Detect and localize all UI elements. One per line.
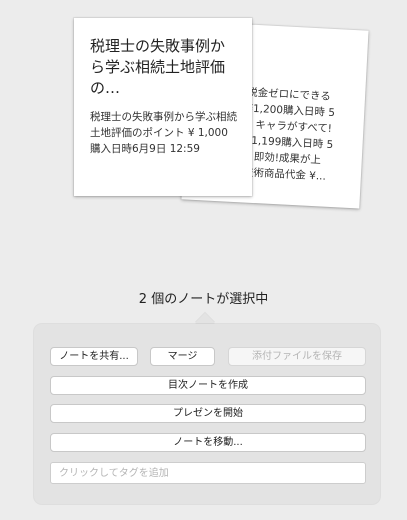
share-notes-button[interactable]: ノートを共有...: [50, 347, 138, 366]
note-front-title: 税理士の失敗事例から学ぶ相続土地評価の…: [90, 37, 226, 97]
note-front-body: 税理士の失敗事例から学ぶ相続土地評価のポイント ¥ 1,000購入日時6月9日 …: [90, 111, 237, 155]
note-thumbnail-front: 税理士の失敗事例から学ぶ相続土地評価の… 税理士の失敗事例から学ぶ相続土地評価の…: [74, 18, 252, 196]
start-presentation-button[interactable]: プレゼンを開始: [50, 404, 366, 423]
merge-button[interactable]: マージ: [150, 347, 215, 366]
save-attachments-button[interactable]: 添付ファイルを保存: [228, 347, 366, 366]
add-tag-input[interactable]: [50, 462, 366, 484]
create-toc-note-button[interactable]: 目次ノートを作成: [50, 376, 366, 395]
selection-count-title: 2 個のノートが選択中: [138, 292, 269, 307]
move-notes-button[interactable]: ノートを移動...: [50, 433, 366, 452]
